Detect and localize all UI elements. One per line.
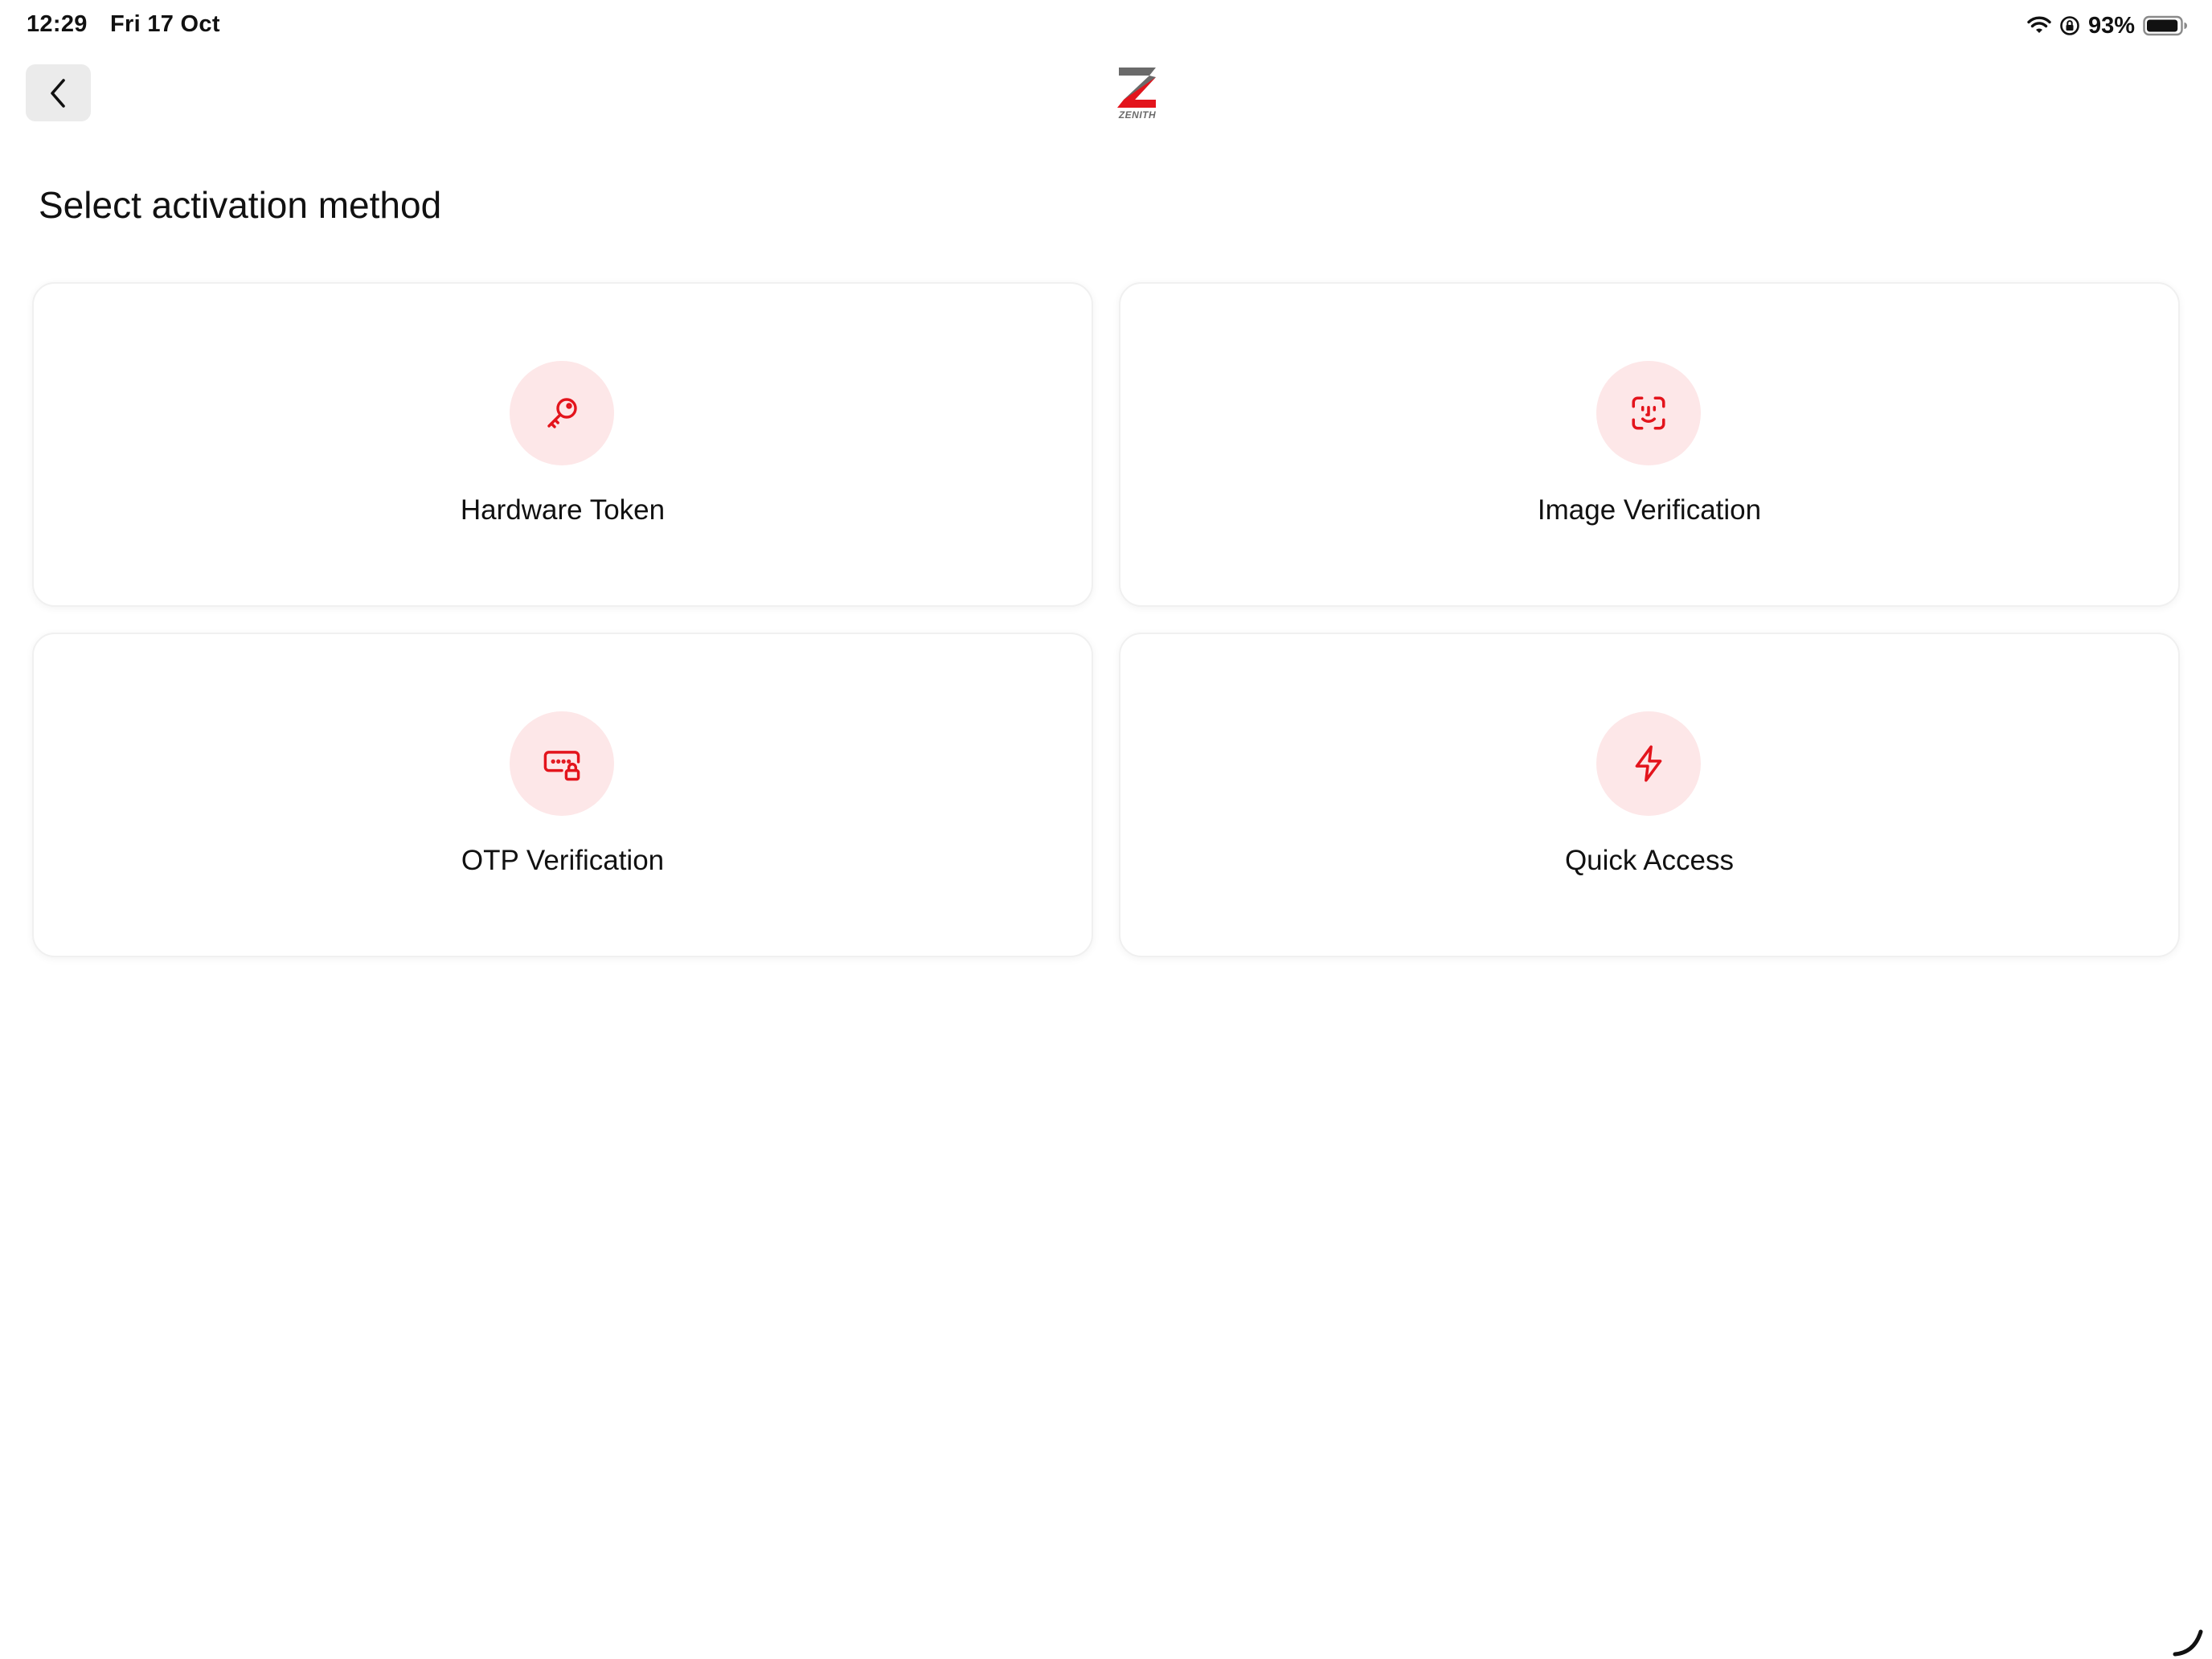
back-button[interactable]: [26, 64, 91, 121]
option-quick-access[interactable]: Quick Access: [1119, 633, 2180, 957]
logo-text: ZENITH: [1118, 109, 1157, 121]
status-date: Fri 17 Oct: [110, 11, 220, 37]
option-label: Quick Access: [1564, 845, 1735, 876]
option-label: Hardware Token: [460, 494, 666, 526]
orientation-lock-icon: [2060, 16, 2079, 35]
battery-percent: 93%: [2087, 12, 2135, 39]
page-title: Select activation method: [39, 184, 442, 226]
status-indicators: 93%: [2027, 10, 2188, 42]
option-icon-container: [1596, 361, 1701, 465]
option-label: Image Verification: [1537, 494, 1762, 526]
lightning-icon: [1635, 745, 1662, 782]
zenith-logo: ZENITH: [1114, 66, 1161, 121]
option-icon-container: [510, 361, 614, 465]
wifi-icon: [2027, 16, 2051, 33]
key-icon: [547, 398, 577, 428]
option-otp-verification[interactable]: OTP Verification: [32, 633, 1093, 957]
option-hardware-token[interactable]: Hardware Token: [32, 282, 1093, 607]
chevron-left-icon: [50, 78, 65, 108]
password-lock-icon: [543, 751, 580, 781]
option-label: OTP Verification: [461, 845, 665, 876]
zenith-z-mark: [1117, 68, 1156, 108]
corner-gesture-indicator: [2173, 1629, 2203, 1657]
face-id-icon: [1632, 396, 1665, 430]
option-icon-container: [1596, 711, 1701, 816]
battery-icon: [2143, 15, 2187, 36]
option-image-verification[interactable]: Image Verification: [1119, 282, 2180, 607]
option-icon-container: [510, 711, 614, 816]
status-time: 12:29: [27, 11, 88, 37]
status-bar: 12:29 Fri 17 Oct 93%: [0, 0, 2212, 51]
status-time-date: 12:29 Fri 17 Oct: [27, 11, 236, 38]
